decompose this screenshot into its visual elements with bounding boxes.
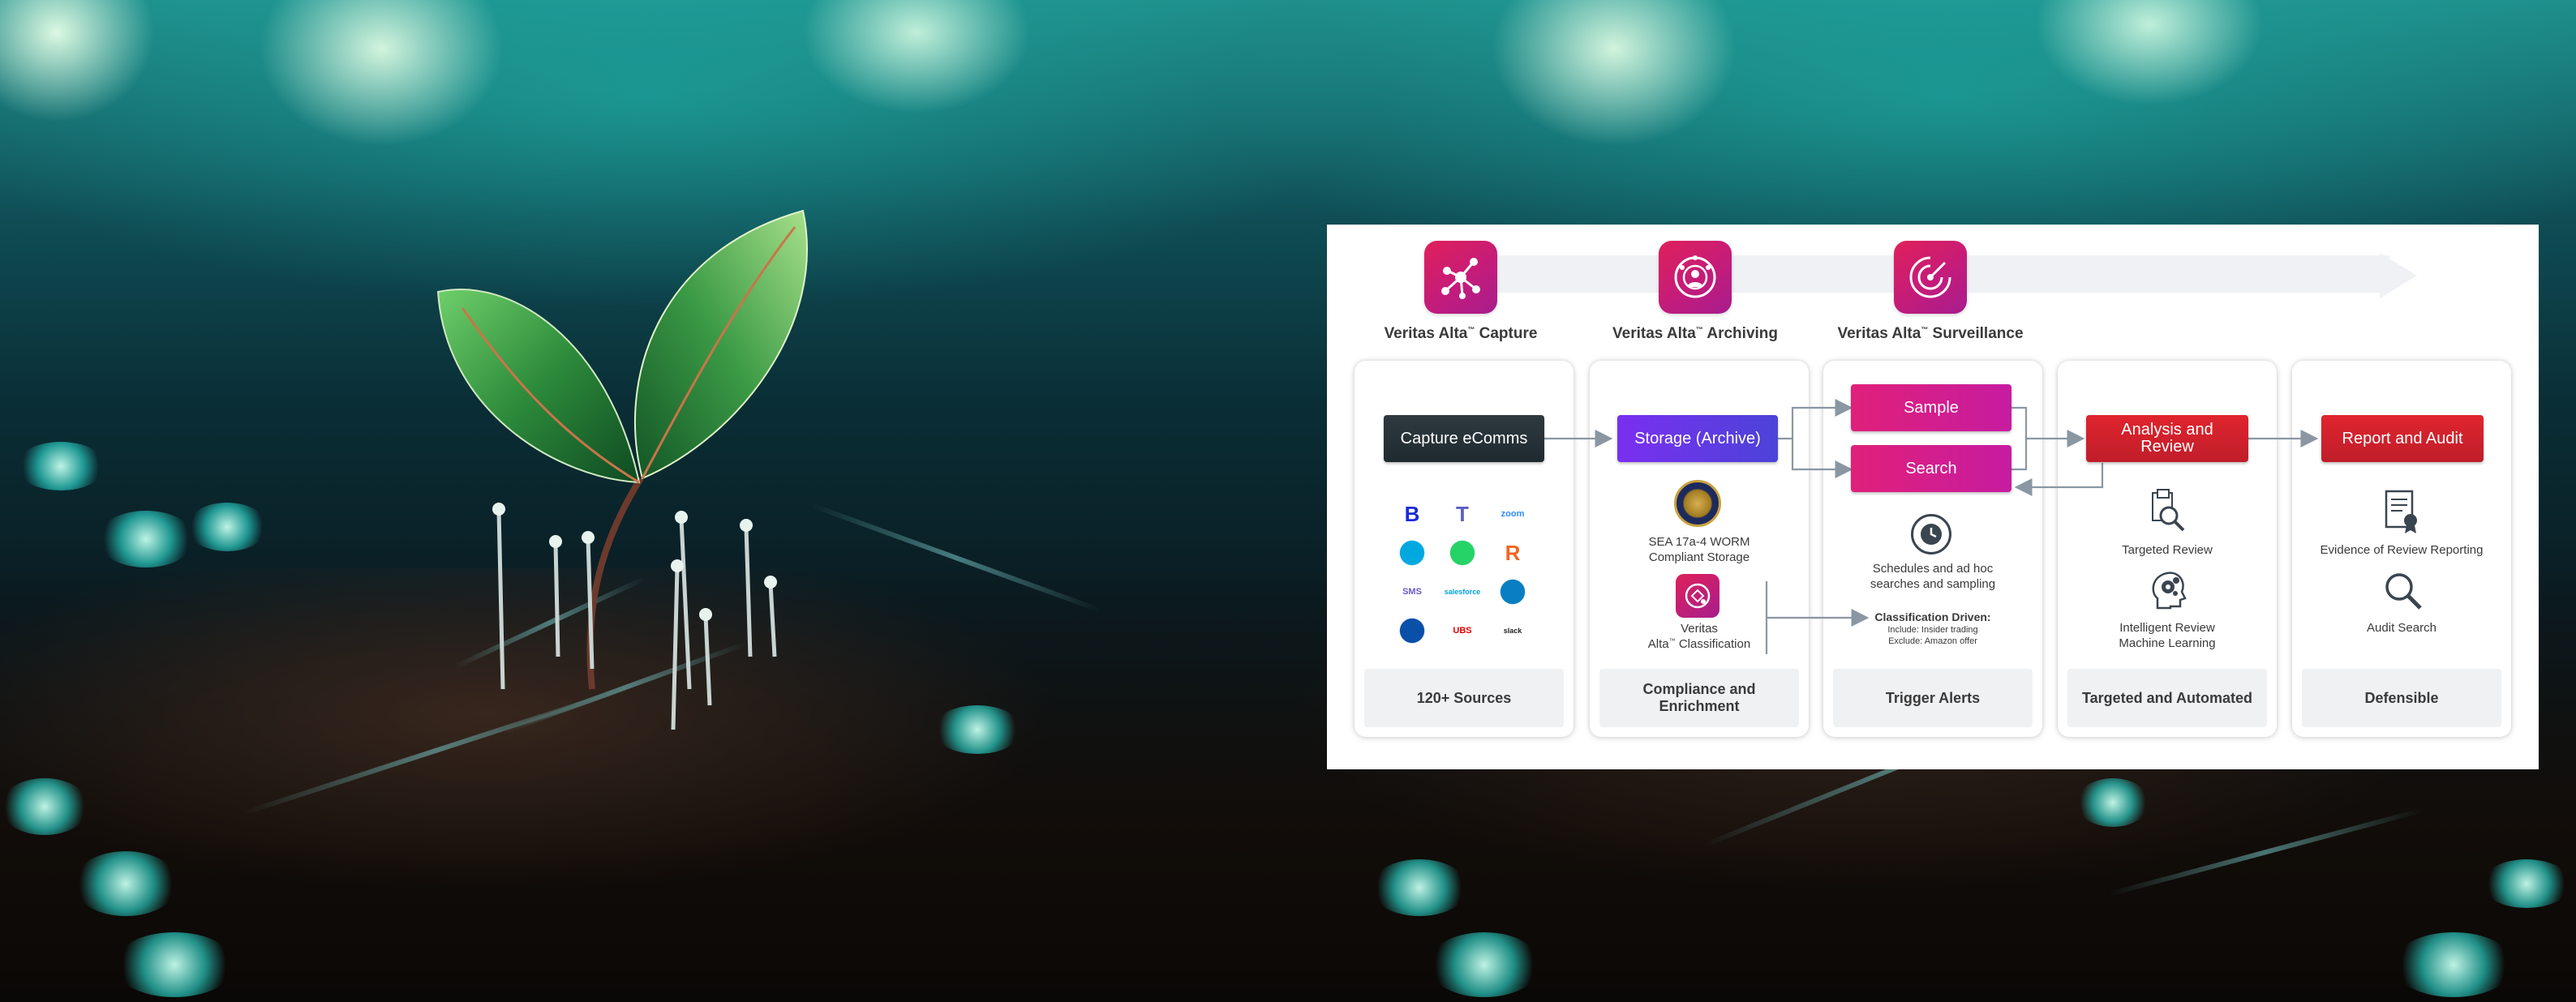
chip-light (1428, 932, 1541, 997)
analysis-review-step: Analysis and Review (2086, 415, 2248, 462)
capture-ecomms-step: Capture eComms (1384, 415, 1544, 462)
chip-light (16, 442, 105, 490)
evidence-caption: Evidence of Review Reporting (2320, 543, 2484, 557)
chip-light (2393, 932, 2514, 997)
classification-driven-title: Classification Driven: (1874, 610, 1991, 623)
flow-connectors (1544, 399, 2319, 654)
search-step: Search (1851, 445, 2011, 492)
chip-light (0, 778, 89, 835)
whatsapp-logo (1447, 537, 1478, 568)
classification-exclude: Exclude: Amazon offer (1888, 636, 1977, 646)
targeted-review-caption: Targeted Review (2122, 543, 2213, 557)
att-logo (1397, 537, 1428, 568)
sms-logo: SMS (1402, 587, 1422, 597)
classification-icon (1676, 574, 1719, 618)
workflow-diagram-panel: Veritas Alta™ Capture Veritas Alta™ Arch… (1327, 225, 2539, 769)
storage-archive-step: Storage (Archive) (1617, 415, 1778, 462)
sec-seal-icon (1674, 480, 1721, 527)
classification-caption: Veritas Alta™ Classification (1647, 622, 1751, 651)
chip-light (1371, 859, 1468, 916)
chip-light (933, 705, 1022, 754)
audit-search-caption: Audit Search (2367, 621, 2436, 635)
chip-light (2482, 859, 2571, 908)
machine-learning-head-icon (2146, 567, 2190, 611)
schedule-clock-icon (1911, 514, 1951, 555)
webex-logo (1497, 576, 1528, 607)
sec-worm-caption: SEA 17a-4 WORM Compliant Storage (1648, 535, 1750, 564)
chip-light (114, 932, 235, 997)
audit-search-icon (2381, 569, 2425, 613)
r-logo: R (1505, 540, 1521, 565)
sprout-illustration (436, 209, 808, 730)
chip-light (2076, 778, 2149, 827)
chip-light (97, 511, 195, 567)
schedule-caption: Schedules and ad hoc searches and samplin… (1870, 562, 1996, 591)
slack-logo: slack (1503, 627, 1522, 635)
teams-logo: T (1456, 501, 1469, 526)
evidence-document-icon (2380, 488, 2424, 535)
zoom-logo: zoom (1501, 509, 1525, 519)
onedrive-logo (1397, 615, 1428, 646)
salesforce-logo: salesforce (1444, 588, 1481, 596)
intelligent-review-caption: Intelligent Review Machine Learning (2119, 621, 2216, 650)
chip-light (73, 851, 178, 916)
targeted-review-icon (2145, 488, 2190, 533)
ubs-logo: UBS (1453, 626, 1472, 636)
report-audit-step: Report and Audit (2321, 415, 2484, 462)
bloomberg-logo: B (1404, 501, 1420, 526)
chip-light (187, 503, 268, 551)
sample-step: Sample (1851, 384, 2011, 431)
classification-include: Include: Insider trading (1887, 625, 1978, 635)
